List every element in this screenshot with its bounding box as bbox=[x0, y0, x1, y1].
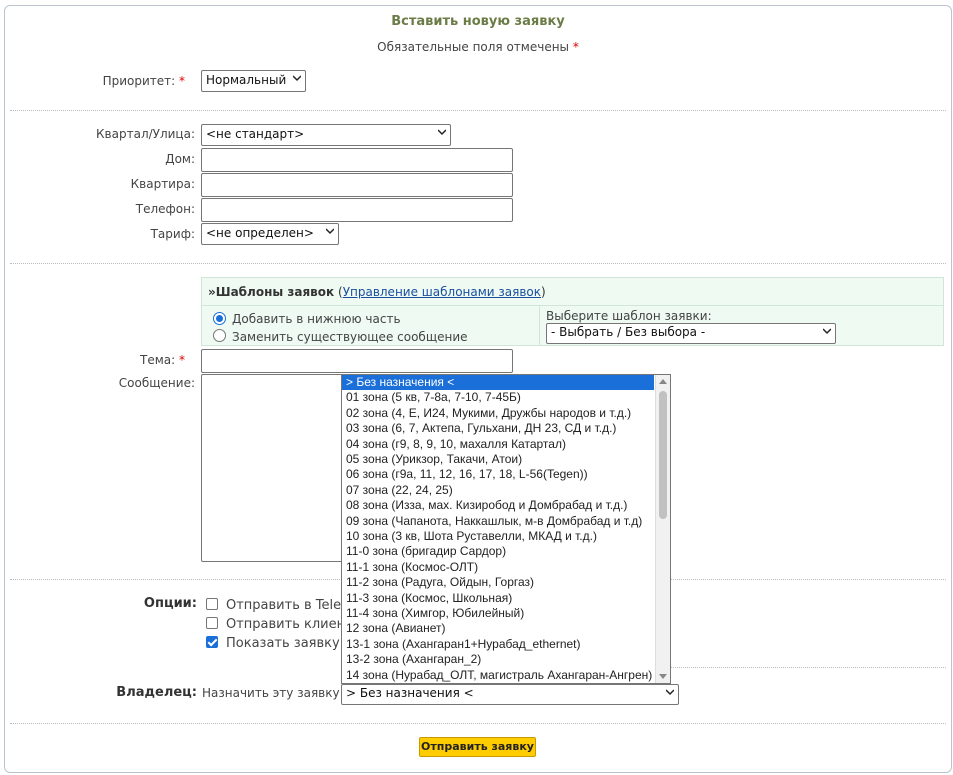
dropdown-option[interactable]: 07 зона (22, 24, 25) bbox=[342, 483, 654, 498]
dropdown-option[interactable]: 10 зона (3 кв, Шота Руставелли, МКАД и т… bbox=[342, 529, 654, 544]
subject-label: Тема: * bbox=[140, 353, 185, 367]
owner-label: Владелец: bbox=[116, 685, 197, 700]
dropdown-option[interactable]: 08 зона (Изза, мах. Кизиробод и Домбраба… bbox=[342, 498, 654, 513]
dropdown-option[interactable]: 03 зона (6, 7, Актепа, Гульхани, ДН 23, … bbox=[342, 421, 654, 436]
dropdown-option[interactable]: 04 зона (г9, 8, 9, 10, махалля Катартал) bbox=[342, 437, 654, 452]
required-mark: * bbox=[572, 40, 579, 54]
street-select[interactable]: <не стандарт> bbox=[201, 124, 451, 146]
templates-box: »Шаблоны заявок (Управление шаблонами за… bbox=[201, 277, 944, 346]
scrollbar-thumb[interactable] bbox=[659, 391, 667, 519]
choose-template-label: Выберите шаблон заявки: bbox=[546, 309, 712, 323]
tariff-select[interactable]: <не определен> bbox=[201, 223, 339, 245]
templates-heading: »Шаблоны заявок (Управление шаблонами за… bbox=[208, 285, 546, 299]
apartment-label: Квартира: bbox=[130, 177, 195, 191]
divider bbox=[10, 723, 946, 724]
dropdown-option[interactable]: 13-2 зона (Ахангаран_2) bbox=[342, 652, 654, 667]
replace-radio-label: Заменить существующее сообщение bbox=[232, 330, 468, 344]
divider bbox=[202, 305, 943, 306]
chevron-down-icon bbox=[438, 129, 446, 136]
options-label: Опции: bbox=[143, 596, 197, 611]
priority-select[interactable]: Нормальный bbox=[201, 70, 306, 92]
required-fields-note: Обязательные поля отмечены * bbox=[377, 40, 579, 54]
submit-button[interactable]: Отправить заявку bbox=[419, 737, 536, 757]
dropdown-option[interactable]: 06 зона (г9а, 11, 12, 16, 17, 18, L-56(T… bbox=[342, 467, 654, 482]
message-label: Сообщение: bbox=[118, 376, 195, 390]
dropdown-option[interactable]: 14 зона (Нурабад_ОЛТ, магистраль Ахангар… bbox=[342, 668, 654, 683]
option-checkbox-telegram[interactable] bbox=[206, 598, 218, 610]
new-ticket-panel: Вставить новую заявку Обязательные поля … bbox=[4, 5, 952, 773]
dropdown-option[interactable]: 02 зона (4, Е, И24, Мукими, Дружбы народ… bbox=[342, 406, 654, 421]
divider bbox=[665, 667, 946, 668]
street-label: Квартал/Улица: bbox=[96, 127, 195, 141]
option-label-show-ticket: Показать заявку п bbox=[226, 636, 341, 651]
divider bbox=[539, 305, 540, 345]
dropdown-option[interactable]: 12 зона (Авианет) bbox=[342, 621, 654, 636]
dropdown-option[interactable]: 09 зона (Чапанота, Наккашлык, м-в Домбра… bbox=[342, 514, 654, 529]
template-select[interactable]: - Выбрать / Без выбора - bbox=[546, 323, 836, 344]
option-checkbox-client[interactable] bbox=[206, 617, 218, 629]
tariff-label: Тариф: bbox=[150, 227, 195, 241]
apartment-input[interactable] bbox=[201, 173, 513, 197]
dropdown-option[interactable]: 11-0 зона (бригадир Сардор) bbox=[342, 544, 654, 559]
subject-input[interactable] bbox=[201, 349, 513, 373]
divider bbox=[10, 263, 946, 264]
append-radio-label: Добавить в нижнюю часть bbox=[232, 312, 401, 326]
chevron-down-icon bbox=[666, 689, 674, 696]
option-label-client: Отправить клиенту bbox=[226, 617, 341, 632]
chevron-down-icon bbox=[823, 328, 831, 335]
house-label: Дом: bbox=[165, 152, 195, 166]
dropdown-option[interactable]: 11-3 зона (Космос, Школьная) bbox=[342, 591, 654, 606]
append-radio[interactable] bbox=[213, 312, 226, 325]
dropdown-option[interactable]: 11-1 зона (Космос-ОЛТ) bbox=[342, 560, 654, 575]
chevron-down-icon bbox=[326, 228, 334, 235]
assign-text: Назначить эту заявку bbox=[202, 686, 340, 700]
dropdown-option[interactable]: 11-2 зона (Радуга, Ойдын, Горгаз) bbox=[342, 575, 654, 590]
priority-label: Приоритет: * bbox=[102, 74, 185, 88]
option-checkbox-show-ticket[interactable] bbox=[206, 636, 218, 648]
dropdown-scrollbar[interactable] bbox=[655, 375, 670, 683]
chevron-down-icon bbox=[293, 75, 301, 82]
owner-select[interactable]: > Без назначения < bbox=[341, 684, 679, 705]
dropdown-option[interactable]: 11-4 зона (Химгор, Юбилейный) bbox=[342, 606, 654, 621]
phone-input[interactable] bbox=[201, 198, 513, 222]
replace-radio[interactable] bbox=[213, 329, 226, 342]
form-title: Вставить новую заявку bbox=[391, 14, 565, 29]
dropdown-option[interactable]: 13-1 зона (Ахангаран1+Нурабад_ethernet) bbox=[342, 637, 654, 652]
dropdown-option[interactable]: > Без назначения < bbox=[342, 375, 654, 390]
dropdown-option[interactable]: 05 зона (Урикзор, Такачи, Атои) bbox=[342, 452, 654, 467]
phone-label: Телефон: bbox=[135, 202, 195, 216]
dropdown-option[interactable]: 01 зона (5 кв, 7-8а, 7-10, 7-45Б) bbox=[342, 390, 654, 405]
scroll-down-icon[interactable] bbox=[659, 674, 667, 679]
scroll-up-icon[interactable] bbox=[659, 379, 667, 384]
owner-dropdown-list[interactable]: > Без назначения <01 зона (5 кв, 7-8а, 7… bbox=[341, 374, 671, 684]
house-input[interactable] bbox=[201, 148, 513, 172]
option-label-telegram: Отправить в Telegram bbox=[226, 598, 341, 613]
manage-templates-link[interactable]: Управление шаблонами заявок bbox=[343, 285, 541, 299]
divider bbox=[10, 110, 946, 111]
